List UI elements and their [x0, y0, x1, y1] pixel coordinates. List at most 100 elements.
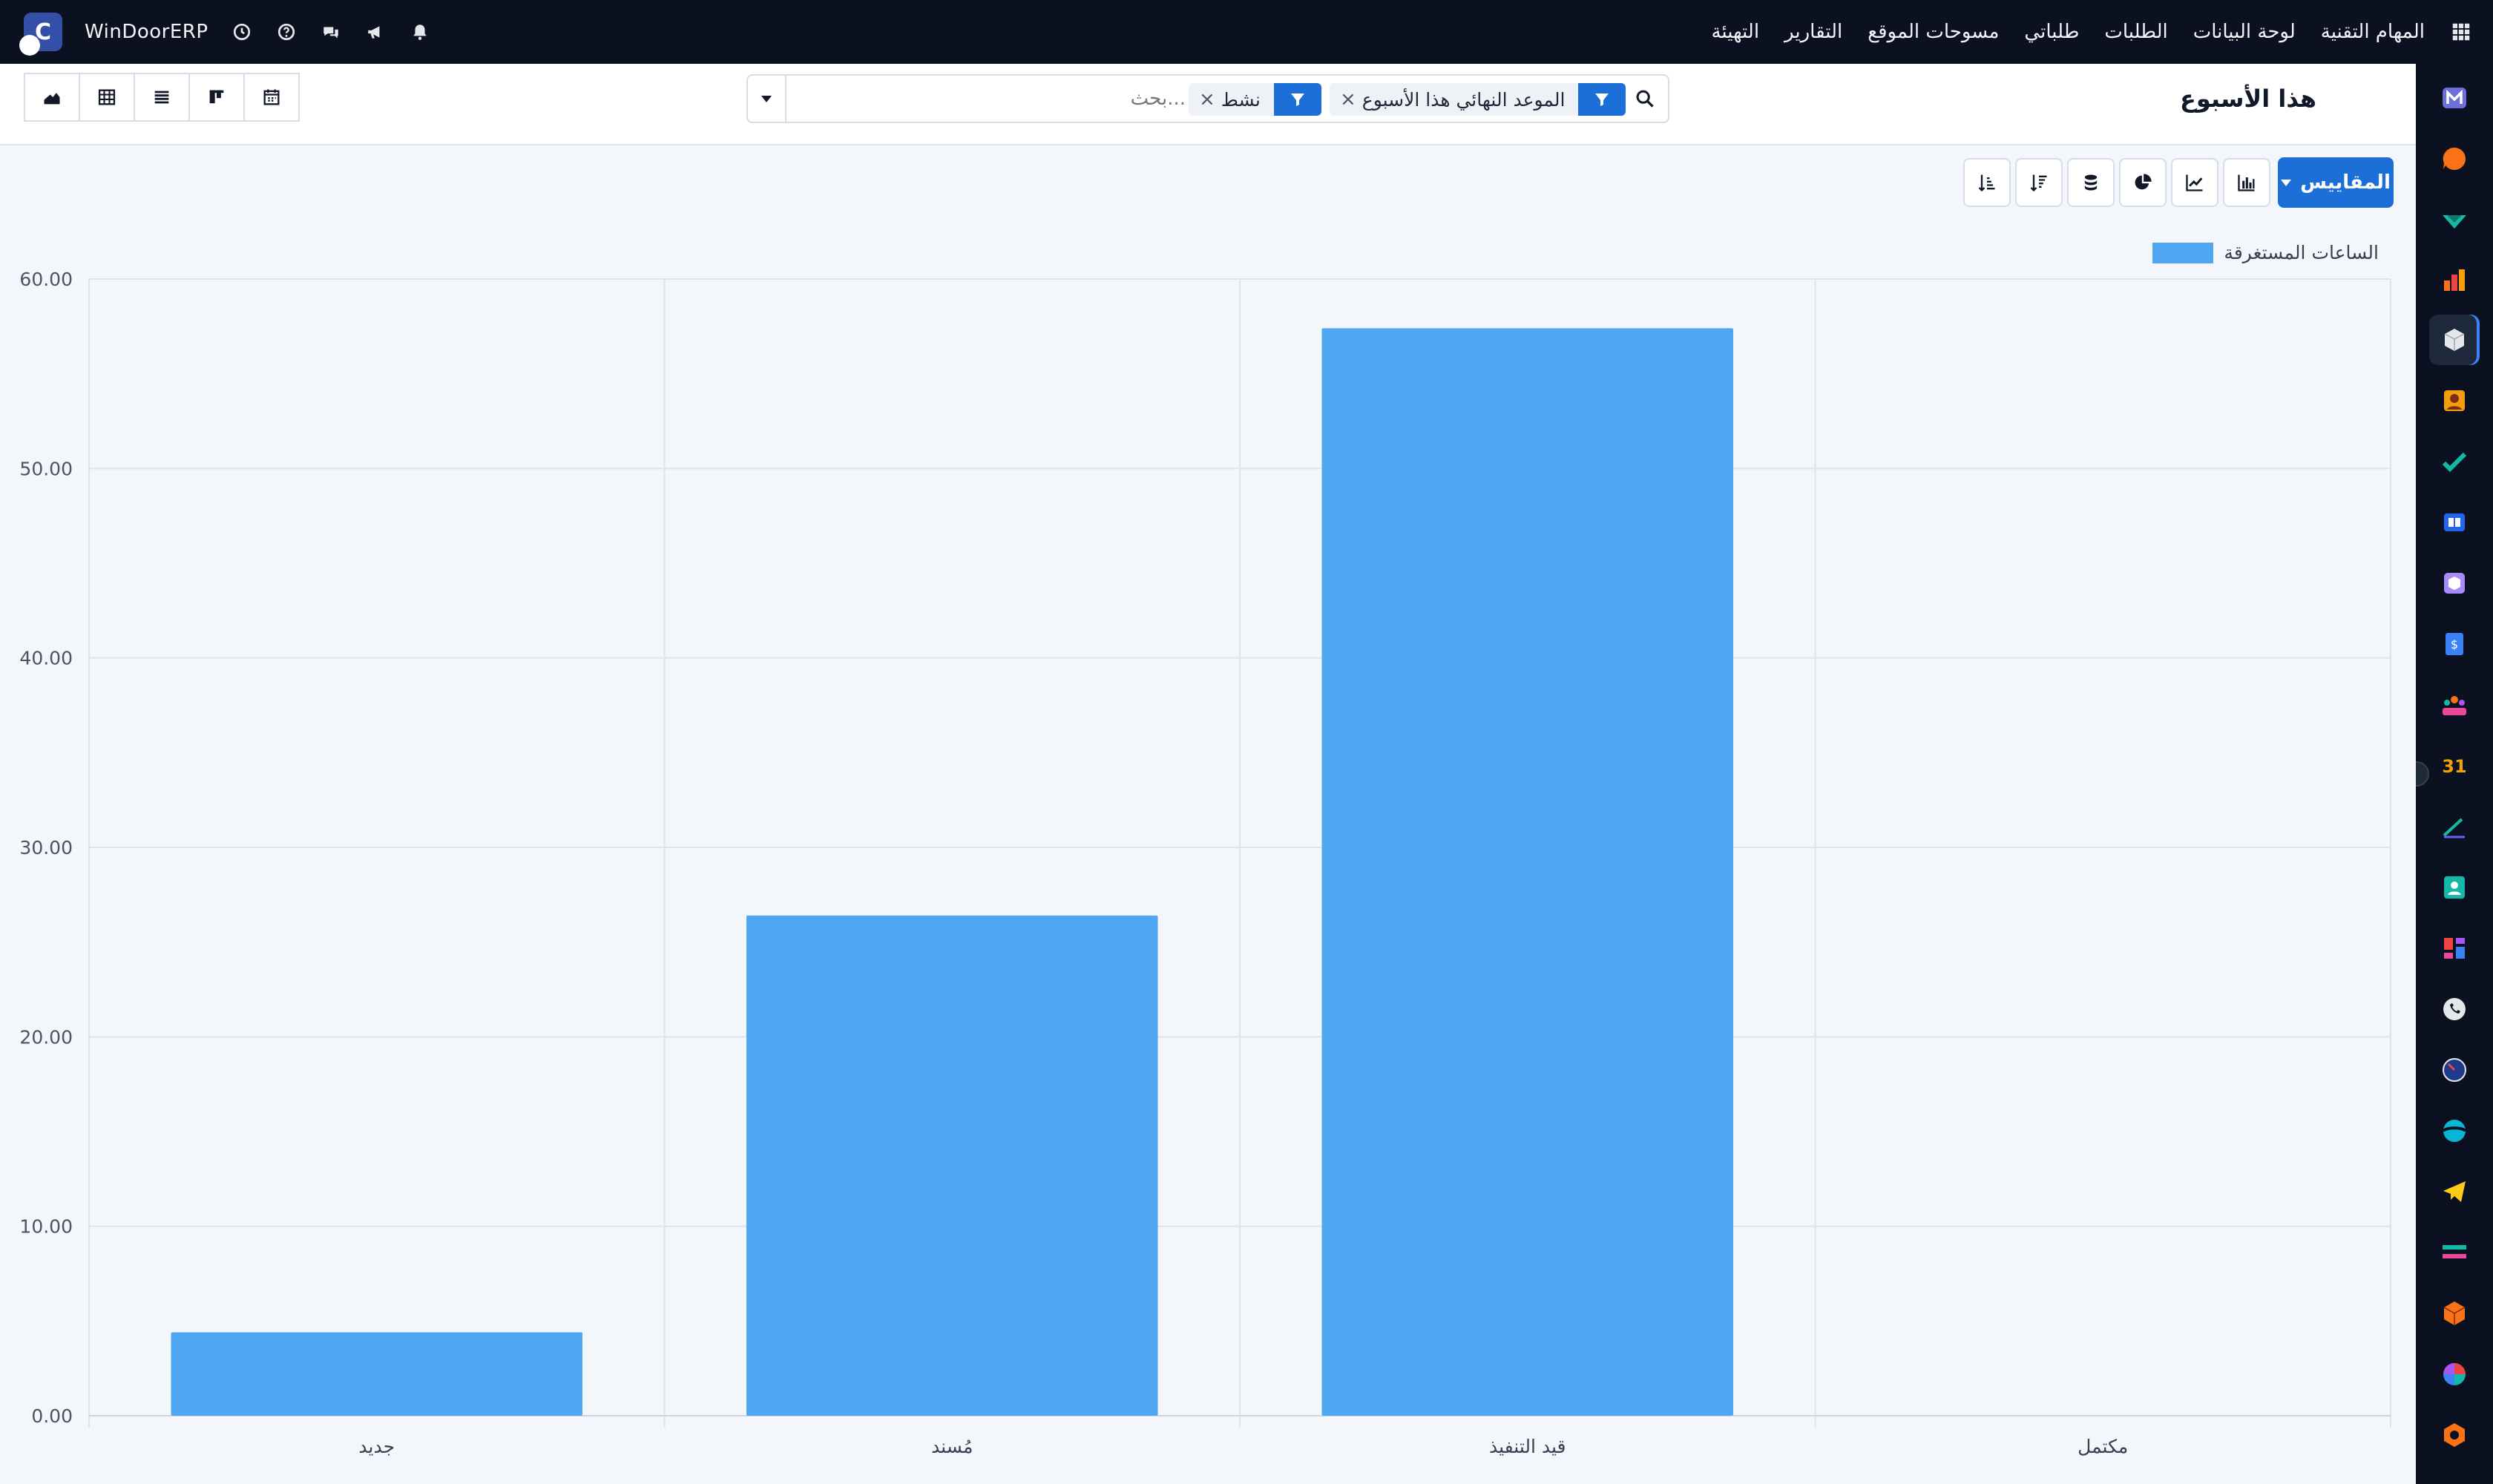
bar-chart-button[interactable]	[2223, 158, 2270, 207]
systray: C WinDoorERP	[19, 0, 431, 64]
timer-app-icon[interactable]	[2429, 1045, 2480, 1095]
y-tick-label: 60.00	[19, 269, 73, 290]
company-logo[interactable]: C	[19, 13, 62, 56]
caret-down-icon	[761, 95, 772, 102]
employees-app-icon[interactable]	[2429, 862, 2480, 913]
calendar-badge: 31	[2442, 756, 2466, 777]
bar	[746, 915, 1158, 1416]
y-tick-label: 10.00	[19, 1216, 73, 1238]
y-tick-label: 40.00	[19, 648, 73, 669]
top-navbar: C WinDoorERP المهام التقنية لوحة البيانا…	[0, 0, 2493, 64]
facet-active: × نشط	[1189, 83, 1321, 116]
approvals-app-icon[interactable]	[2429, 194, 2480, 245]
company-name[interactable]: WinDoorERP	[85, 21, 208, 43]
facet-remove-active[interactable]: ×	[1189, 88, 1215, 111]
x-tick-label: مُسند	[931, 1436, 973, 1457]
x-tick-label: جديد	[358, 1436, 395, 1457]
filter-icon	[1273, 83, 1321, 116]
calendar-app-icon[interactable]: 31	[2429, 741, 2480, 791]
help-icon[interactable]	[275, 21, 298, 43]
table-icon	[98, 89, 116, 105]
sign-app-icon[interactable]	[2429, 801, 2480, 852]
bar	[171, 1332, 582, 1416]
pie-chart-icon	[2135, 174, 2152, 190]
menu-orders[interactable]: الطلبات	[2104, 21, 2167, 43]
pie-chart-button[interactable]	[2119, 158, 2167, 207]
search-input[interactable]	[830, 85, 1186, 113]
crm-app-icon[interactable]	[2429, 1106, 2480, 1156]
settings-app-icon[interactable]	[2429, 1410, 2480, 1460]
sidebar-collapse-handle[interactable]	[2416, 761, 2429, 787]
menu-configuration[interactable]: التهيئة	[1711, 21, 1759, 43]
payroll-app-icon[interactable]	[2429, 1227, 2480, 1278]
app-grid-icon[interactable]	[2450, 21, 2472, 43]
sort-descending-button[interactable]	[2015, 158, 2063, 207]
team-app-icon[interactable]	[2429, 680, 2480, 730]
control-panel: × نشط × الموعد النهائي هذا الأسبوع هذا ا…	[0, 64, 2416, 145]
bar	[1321, 328, 1733, 1416]
tasks-app-icon[interactable]	[2429, 436, 2480, 487]
bell-icon[interactable]	[409, 21, 431, 43]
menu-dashboard[interactable]: لوحة البيانات	[2193, 21, 2296, 43]
megaphone-icon[interactable]	[364, 21, 387, 43]
svg-text:$: $	[2451, 637, 2458, 651]
measures-dropdown-button[interactable]: المقاييس	[2278, 157, 2394, 208]
facet-remove-deadline[interactable]: ×	[1330, 88, 1356, 111]
discuss-app-icon[interactable]	[2429, 134, 2480, 184]
main-menu: المهام التقنية لوحة البيانات الطلبات طلب…	[1711, 0, 2472, 64]
knowledge-app-icon[interactable]	[2429, 497, 2480, 548]
invoicing-app-icon[interactable]: $	[2429, 619, 2480, 669]
telegram-app-icon[interactable]	[2429, 1166, 2480, 1217]
menu-technical-tasks[interactable]: المهام التقنية	[2321, 21, 2425, 43]
products-app-icon[interactable]	[2429, 558, 2480, 608]
facet-deadline: × الموعد النهائي هذا الأسبوع	[1330, 83, 1626, 116]
search-bar: × نشط × الموعد النهائي هذا الأسبوع	[746, 74, 1669, 123]
bar-chart: 0.00 10.00 20.00 30.00 40.00 50.00 60.00 جديد مُ…	[19, 269, 2391, 1457]
kanban-icon	[209, 90, 224, 104]
y-tick-label: 50.00	[19, 458, 73, 479]
sort-descending-icon	[2030, 174, 2047, 192]
search-options-toggle[interactable]	[748, 76, 786, 122]
menu-site-surveys[interactable]: مسوحات الموقع	[1868, 21, 1999, 43]
mail-app-icon[interactable]	[2429, 73, 2480, 123]
facet-deadline-label: الموعد النهائي هذا الأسبوع	[1362, 88, 1566, 111]
analytics-app-icon[interactable]	[2429, 1349, 2480, 1399]
contacts-app-icon[interactable]	[2429, 375, 2480, 426]
calendar-icon	[263, 89, 280, 105]
calendar-view-button[interactable]	[243, 73, 300, 122]
chat-icon[interactable]	[320, 21, 342, 43]
bar-chart-icon	[2238, 174, 2255, 191]
pivot-view-button[interactable]	[79, 73, 135, 122]
page-title: هذا الأسبوع	[2179, 85, 2316, 113]
whatsapp-app-icon[interactable]	[2429, 984, 2480, 1034]
graph-view-button[interactable]	[24, 73, 80, 122]
area-chart-icon	[44, 93, 60, 105]
list-view-button[interactable]	[134, 73, 190, 122]
dashboards-app-icon[interactable]	[2429, 923, 2480, 974]
line-chart-button[interactable]	[2171, 158, 2218, 207]
y-tick-label: 20.00	[19, 1026, 73, 1048]
stacked-button[interactable]	[2067, 158, 2115, 207]
graph-toolbar: المقاييس	[1963, 157, 2394, 208]
x-tick-label: قيد التنفيذ	[1489, 1436, 1566, 1457]
search-icon[interactable]	[1629, 83, 1661, 114]
apps-sidebar: $ 31	[2416, 64, 2493, 1484]
line-chart-icon	[2186, 174, 2203, 191]
logo-dot	[19, 35, 40, 56]
clock-icon[interactable]	[231, 21, 253, 43]
y-tick-label: 0.00	[31, 1405, 73, 1427]
caret-down-icon	[2281, 179, 2292, 186]
inventory-app-icon[interactable]	[2429, 315, 2480, 365]
x-tick-label: مكتمل	[2078, 1436, 2128, 1457]
list-icon	[154, 91, 169, 104]
filter-icon	[1578, 83, 1626, 116]
reports-app-icon[interactable]	[2429, 255, 2480, 306]
kanban-view-button[interactable]	[188, 73, 245, 122]
y-tick-label: 30.00	[19, 837, 73, 858]
facet-active-label: نشط	[1221, 88, 1261, 111]
measures-label: المقاييس	[2300, 171, 2391, 194]
menu-my-orders[interactable]: طلباتي	[2024, 21, 2079, 43]
menu-reports[interactable]: التقارير	[1784, 21, 1842, 43]
assets-app-icon[interactable]	[2429, 1288, 2480, 1339]
sort-ascending-button[interactable]	[1963, 158, 2011, 207]
